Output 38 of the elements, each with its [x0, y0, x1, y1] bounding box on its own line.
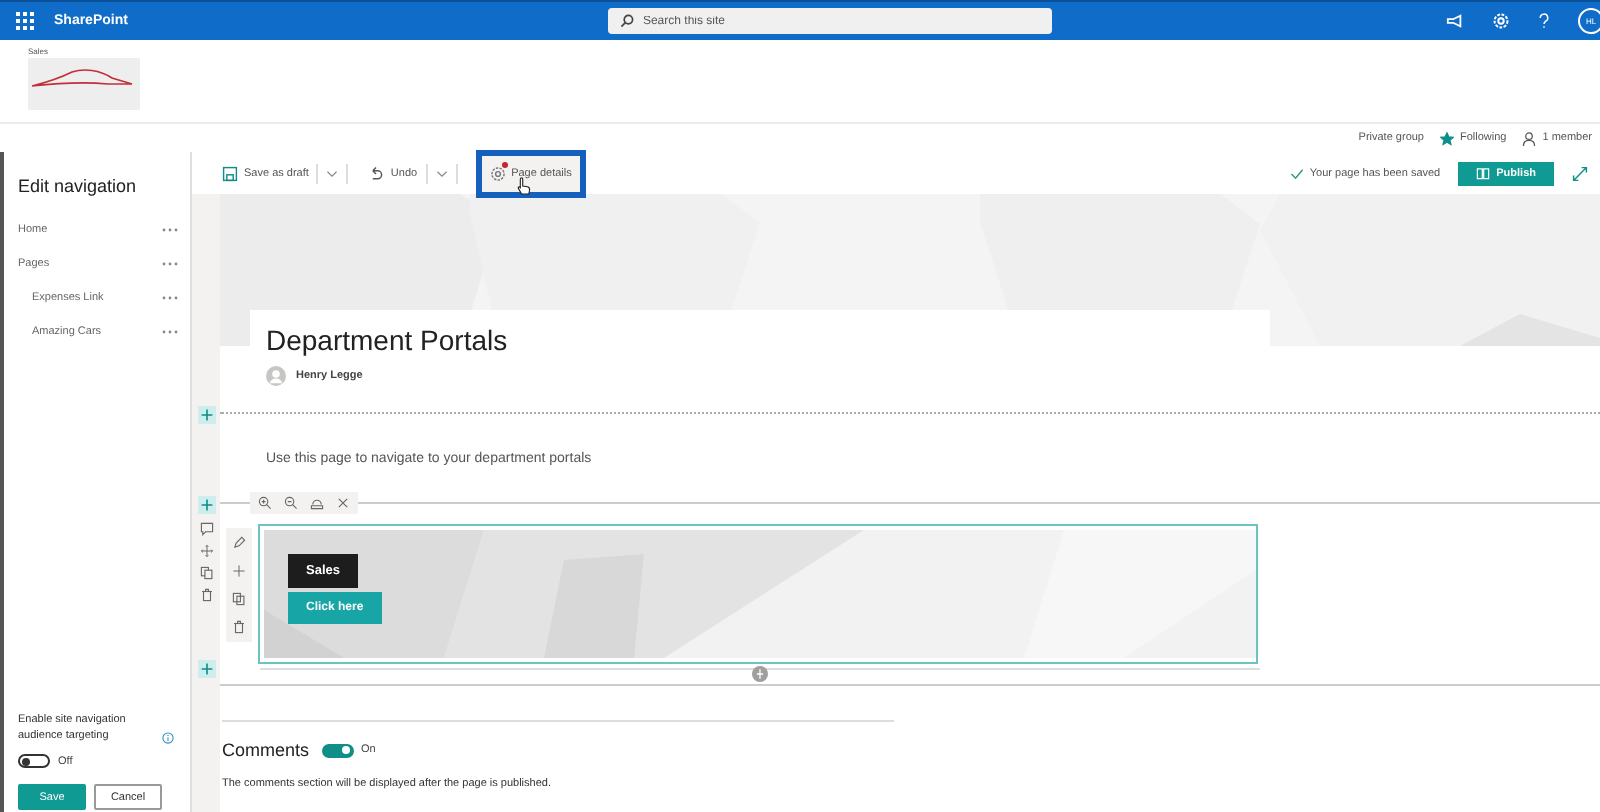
zoom-out-icon[interactable] — [284, 496, 298, 510]
add-section-icon[interactable] — [197, 406, 215, 424]
toggle-switch[interactable] — [321, 743, 354, 757]
close-icon[interactable] — [336, 496, 350, 510]
trash-icon[interactable] — [199, 588, 213, 602]
book-icon — [1476, 166, 1491, 180]
gear-icon — [489, 165, 506, 181]
notification-dot-icon — [501, 161, 508, 167]
person-icon — [1522, 131, 1537, 145]
avatar-icon — [266, 366, 286, 386]
settings-icon[interactable] — [1492, 12, 1510, 30]
add-section-icon[interactable] — [197, 660, 215, 678]
info-icon[interactable] — [162, 732, 174, 744]
undo-icon — [368, 165, 385, 181]
reset-icon[interactable] — [310, 496, 324, 510]
page-title: Department Portals — [266, 324, 510, 356]
checkmark-icon — [1289, 167, 1304, 179]
chevron-down-icon — [435, 169, 448, 177]
zoom-in-icon[interactable] — [258, 496, 272, 510]
expand-icon[interactable] — [1572, 165, 1588, 181]
copy-icon[interactable] — [232, 592, 246, 606]
floppy-icon — [222, 165, 238, 181]
add-section-icon[interactable] — [197, 496, 215, 514]
trash-icon[interactable] — [232, 620, 246, 634]
comment-icon[interactable] — [199, 522, 213, 536]
toggle-switch[interactable] — [18, 754, 50, 768]
site-logo[interactable] — [28, 58, 140, 110]
pointer-icon — [515, 175, 532, 195]
chevron-down-icon — [326, 169, 339, 177]
copy-icon[interactable] — [199, 566, 213, 580]
resize-handle-icon[interactable] — [752, 666, 768, 682]
megaphone-icon[interactable] — [1446, 12, 1464, 30]
app-launcher-icon[interactable] — [16, 12, 34, 30]
panel-title: Edit navigation — [18, 176, 139, 196]
comments-heading: Comments — [222, 740, 310, 760]
pencil-icon[interactable] — [232, 536, 246, 550]
search-icon — [620, 14, 635, 28]
help-icon[interactable] — [1538, 12, 1550, 30]
